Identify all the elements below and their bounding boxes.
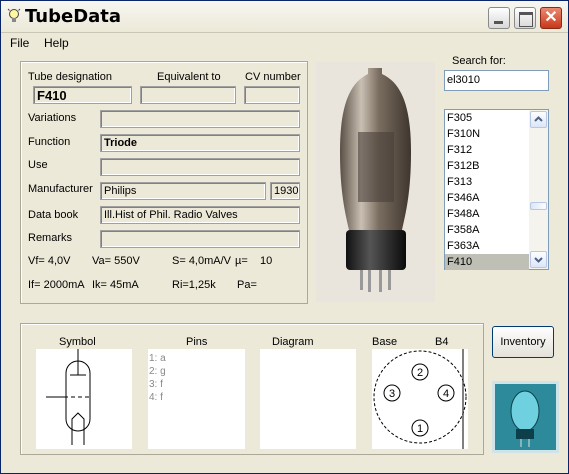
tube-image: [340, 68, 411, 292]
base-pin-2: 2: [417, 367, 423, 379]
function-field[interactable]: Triode: [100, 134, 300, 152]
chevron-down-icon: [534, 257, 543, 263]
pins-label: Pins: [186, 336, 208, 348]
pin-entry: 1: a: [149, 353, 166, 364]
search-label: Search for:: [452, 55, 506, 67]
variations-label: Variations: [28, 112, 77, 124]
function-label: Function: [28, 136, 71, 148]
pins-box: 1: a 2: g 3: f 4: f: [148, 349, 245, 449]
list-item[interactable]: F348A: [445, 206, 529, 222]
scroll-down-button[interactable]: [530, 251, 547, 268]
mu-spec: 10: [260, 255, 273, 267]
diagram-box: [260, 349, 356, 449]
variations-field[interactable]: [100, 110, 300, 128]
menu-bar: File Help: [1, 34, 568, 52]
base-label: Base: [372, 336, 398, 348]
remarks-field[interactable]: [100, 230, 300, 248]
mu-label: µ=: [235, 255, 248, 267]
symbol-box: [36, 349, 132, 449]
menu-file[interactable]: File: [10, 36, 29, 50]
equivalent-label: Equivalent to: [157, 71, 221, 83]
tube-photo: [316, 62, 435, 302]
list-item[interactable]: F305: [445, 110, 529, 126]
pins-list: 1: a 2: g 3: f 4: f: [148, 349, 245, 404]
list-item[interactable]: F410: [445, 254, 529, 270]
cv-number-label: CV number: [245, 71, 301, 83]
databook-label: Data book: [28, 209, 79, 221]
window-title: TubeData: [25, 6, 122, 27]
vf-spec: Vf= 4,0V: [28, 255, 71, 267]
manufacturer-field[interactable]: Philips: [100, 182, 266, 200]
list-item[interactable]: F363A: [445, 238, 529, 254]
maximize-button[interactable]: [514, 7, 536, 29]
use-field[interactable]: [100, 158, 300, 176]
chevron-up-icon: [534, 116, 543, 122]
title-bar[interactable]: TubeData ✕: [1, 1, 568, 33]
s-spec: S= 4,0mA/V: [172, 255, 232, 267]
scroll-thumb[interactable]: [530, 202, 547, 210]
equivalent-field[interactable]: [140, 86, 236, 104]
manufacturer-label: Manufacturer: [28, 183, 93, 195]
tube-logo[interactable]: [492, 381, 559, 453]
tube-list: F305 F310N F312 F312B F313 F346A F348A F358A F36…: [445, 110, 529, 270]
pa-spec: Pa=: [237, 279, 257, 291]
remarks-label: Remarks: [28, 232, 73, 244]
base-pin-4: 4: [443, 388, 449, 400]
minimize-button[interactable]: [488, 7, 510, 29]
base-diagram: 2 3 4 1: [373, 349, 467, 449]
pin-entry: 2: g: [149, 366, 166, 377]
list-item[interactable]: F310N: [445, 126, 529, 142]
if-spec: If= 2000mA: [28, 279, 85, 291]
ik-spec: Ik= 45mA: [92, 279, 139, 291]
main-window: TubeData ✕ File Help Tube designation Eq…: [0, 0, 569, 474]
tube-designation-label: Tube designation: [28, 71, 112, 83]
base-pin-3: 3: [389, 388, 395, 400]
tube-designation-field[interactable]: F410: [33, 86, 132, 104]
diagram-label: Diagram: [272, 336, 314, 348]
lightbulb-icon: [7, 8, 21, 22]
ri-spec: Ri=1,25k: [172, 279, 216, 291]
symbol-label: Symbol: [59, 336, 96, 348]
list-item[interactable]: F346A: [445, 190, 529, 206]
list-item[interactable]: F312B: [445, 158, 529, 174]
pin-entry: 3: f: [149, 379, 163, 390]
base-box: 2 3 4 1: [372, 349, 468, 449]
vertical-scrollbar[interactable]: [529, 110, 548, 269]
cv-number-field[interactable]: [244, 86, 300, 104]
va-spec: Va= 550V: [92, 255, 140, 267]
list-item[interactable]: F313: [445, 174, 529, 190]
list-item[interactable]: F358A: [445, 222, 529, 238]
use-label: Use: [28, 159, 48, 171]
pin-entry: 4: f: [149, 392, 163, 403]
inventory-button[interactable]: Inventory: [492, 326, 554, 358]
close-button[interactable]: ✕: [540, 7, 562, 29]
databook-field[interactable]: Ill.Hist of Phil. Radio Valves: [100, 206, 300, 224]
logo-image: [492, 381, 559, 453]
base-pin-1: 1: [417, 423, 423, 435]
scroll-up-button[interactable]: [530, 111, 547, 128]
list-item[interactable]: F312: [445, 142, 529, 158]
base-type: B4: [435, 336, 449, 348]
year-field[interactable]: 1930: [270, 182, 300, 200]
menu-help[interactable]: Help: [44, 36, 69, 50]
tube-listbox[interactable]: F305 F310N F312 F312B F313 F346A F348A F358A F36…: [444, 109, 549, 270]
triode-symbol: [46, 349, 92, 445]
close-icon: ✕: [544, 9, 558, 26]
search-input[interactable]: el3010: [444, 70, 549, 91]
